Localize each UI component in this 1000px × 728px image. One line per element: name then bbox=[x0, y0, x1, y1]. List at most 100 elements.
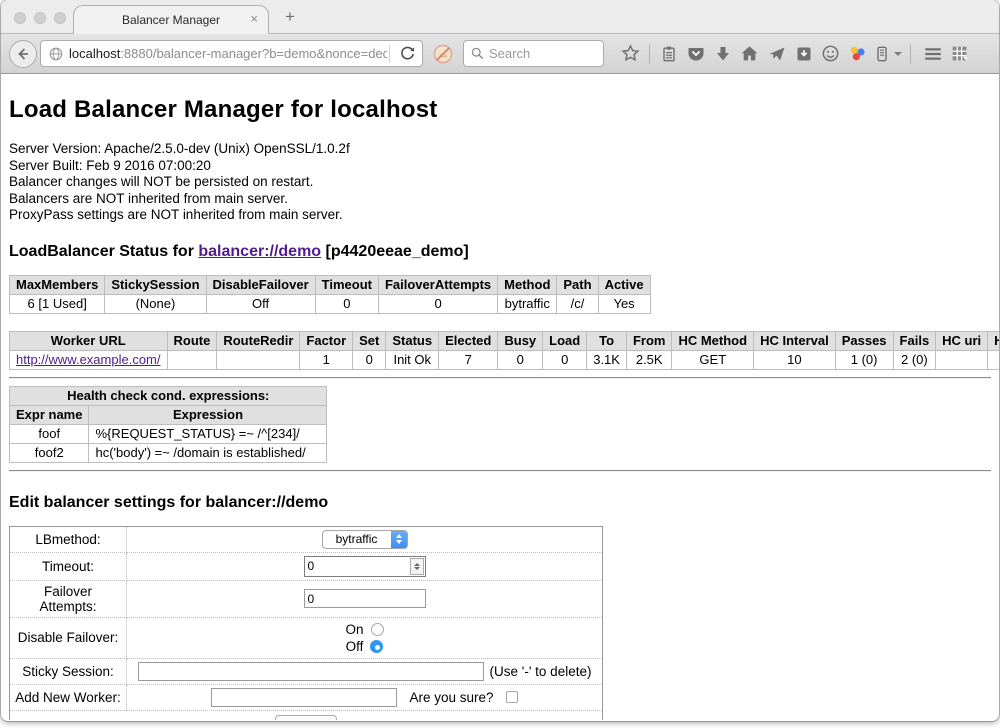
lbmethod-select[interactable]: bytraffic bbox=[322, 530, 408, 549]
add-worker-label: Add New Worker: bbox=[10, 684, 127, 710]
col-path: Path bbox=[557, 275, 598, 294]
bookmark-star-icon bbox=[621, 44, 640, 63]
back-arrow-icon bbox=[14, 45, 32, 63]
balancer-header-row: MaxMembers StickySession DisableFailover… bbox=[10, 275, 651, 294]
worker-table: Worker URL Route RouteRedir Factor Set S… bbox=[9, 331, 999, 370]
cell-stickysession: (None) bbox=[105, 294, 206, 313]
disable-failover-on-radio[interactable] bbox=[371, 623, 384, 636]
cell-passes: 1 (0) bbox=[835, 350, 893, 369]
radio-on-label: On bbox=[345, 622, 363, 637]
search-input[interactable] bbox=[489, 46, 597, 61]
col-status: Status bbox=[386, 331, 439, 350]
bookmark-star-button[interactable] bbox=[617, 44, 644, 63]
server-info: Server Version: Apache/2.5.0-dev (Unix) … bbox=[9, 141, 991, 224]
downloads-icon bbox=[714, 45, 732, 63]
col-factor: Factor bbox=[300, 331, 353, 350]
reading-list-button[interactable] bbox=[655, 45, 682, 63]
cell-elected: 7 bbox=[439, 350, 498, 369]
edit-balancer-form: LBmethod: bytraffic Timeout: bbox=[9, 526, 603, 720]
url-text[interactable]: localhost:8880/balancer-manager?b=demo&n… bbox=[69, 46, 387, 61]
cell-hc-expr: foof2 bbox=[988, 350, 999, 369]
cell-to: 3.1K bbox=[587, 350, 627, 369]
col-active: Active bbox=[598, 275, 650, 294]
cell-routeredir bbox=[217, 350, 300, 369]
radio-off-label: Off bbox=[346, 639, 364, 654]
browser-window: Balancer Manager × + localhost:8880/bala… bbox=[1, 0, 999, 721]
window-controls[interactable] bbox=[14, 12, 66, 24]
worker-url-link[interactable]: http://www.example.com/ bbox=[16, 352, 161, 367]
search-bar[interactable] bbox=[463, 40, 604, 67]
col-hc-interval: HC Interval bbox=[754, 331, 836, 350]
timeout-row: Timeout: bbox=[10, 552, 603, 580]
cell-expr-name: foof2 bbox=[10, 443, 89, 462]
cell-hc-uri bbox=[936, 350, 988, 369]
cell-set: 0 bbox=[353, 350, 386, 369]
url-path: :8880/balancer-manager?b=demo&nonce=decc… bbox=[120, 46, 387, 61]
lbmethod-row: LBmethod: bytraffic bbox=[10, 526, 603, 552]
hello-button[interactable] bbox=[844, 44, 871, 63]
cell-busy: 0 bbox=[498, 350, 543, 369]
zoom-window-button[interactable] bbox=[54, 12, 66, 24]
container-menu-caret-icon[interactable] bbox=[894, 52, 902, 56]
failover-attempts-input[interactable] bbox=[304, 589, 426, 608]
reload-icon bbox=[399, 45, 416, 62]
blocked-content-button[interactable] bbox=[432, 43, 454, 65]
health-row: foof2 hc('body') =~ /domain is establish… bbox=[10, 443, 327, 462]
hello-dots-icon bbox=[848, 44, 867, 63]
timeout-input[interactable] bbox=[305, 559, 410, 573]
feedback-smiley-button[interactable] bbox=[817, 44, 844, 63]
new-tab-button[interactable]: + bbox=[285, 7, 295, 27]
downloads-button[interactable] bbox=[709, 45, 736, 63]
send-tab-button[interactable] bbox=[763, 45, 790, 63]
cell-hc-interval: 10 bbox=[754, 350, 836, 369]
tab-title: Balancer Manager bbox=[122, 13, 220, 27]
col-hc-method: HC Method bbox=[672, 331, 754, 350]
site-identity-globe-icon[interactable] bbox=[48, 46, 64, 62]
col-set: Set bbox=[353, 331, 386, 350]
back-button[interactable] bbox=[9, 40, 37, 68]
reload-button[interactable] bbox=[392, 41, 422, 66]
server-version-line: Server Version: Apache/2.5.0-dev (Unix) … bbox=[9, 141, 991, 158]
health-check-table: Health check cond. expressions: Expr nam… bbox=[9, 386, 327, 463]
menu-button[interactable] bbox=[919, 44, 946, 64]
balancer-demo-link[interactable]: balancer://demo bbox=[198, 243, 321, 260]
tab-balancer-manager[interactable]: Balancer Manager × bbox=[73, 5, 269, 34]
col-elected: Elected bbox=[439, 331, 498, 350]
disable-failover-off-radio[interactable] bbox=[370, 640, 383, 653]
confirm-checkbox[interactable] bbox=[506, 691, 518, 703]
cell-hc-method: GET bbox=[672, 350, 754, 369]
url-bar[interactable]: localhost:8880/balancer-manager?b=demo&n… bbox=[40, 40, 423, 67]
minimize-window-button[interactable] bbox=[34, 12, 46, 24]
cell-failoverattempts: 0 bbox=[378, 294, 497, 313]
container-button[interactable] bbox=[871, 45, 893, 63]
disable-failover-label: Disable Failover: bbox=[10, 617, 127, 658]
health-table-title: Health check cond. expressions: bbox=[10, 386, 327, 405]
add-worker-row: Add New Worker: Are you sure? bbox=[10, 684, 603, 710]
pocket-icon bbox=[687, 45, 705, 63]
tab-close-icon[interactable]: × bbox=[250, 12, 258, 26]
select-stepper-icon bbox=[391, 531, 407, 548]
number-spinner-icon[interactable] bbox=[410, 558, 424, 575]
balancer-data-row: 6 [1 Used] (None) Off 0 0 bytraffic /c/ … bbox=[10, 294, 651, 313]
submit-button[interactable]: Submit bbox=[275, 715, 336, 720]
tab-bar: Balancer Manager × + bbox=[1, 0, 999, 34]
sticky-session-input[interactable] bbox=[138, 662, 484, 681]
cell-disablefailover: Off bbox=[206, 294, 315, 313]
toolbar-icons bbox=[617, 44, 973, 64]
cell-status: Init Ok bbox=[386, 350, 439, 369]
col-fails: Fails bbox=[893, 331, 936, 350]
home-button[interactable] bbox=[736, 44, 763, 63]
pocket-button[interactable] bbox=[682, 45, 709, 63]
sticky-session-label: Sticky Session: bbox=[10, 658, 127, 684]
cell-expression: %{REQUEST_STATUS} =~ /^[234]/ bbox=[89, 424, 327, 443]
lbmethod-selected-value: bytraffic bbox=[323, 532, 391, 546]
close-window-button[interactable] bbox=[14, 12, 26, 24]
bookmarks-sidebar-button[interactable] bbox=[946, 44, 973, 63]
edit-settings-heading: Edit balancer settings for balancer://de… bbox=[9, 494, 991, 512]
col-disablefailover: DisableFailover bbox=[206, 275, 315, 294]
save-page-button[interactable] bbox=[790, 45, 817, 63]
col-from: From bbox=[626, 331, 672, 350]
add-worker-input[interactable] bbox=[211, 688, 397, 707]
hamburger-menu-icon bbox=[923, 44, 943, 64]
cell-active: Yes bbox=[598, 294, 650, 313]
